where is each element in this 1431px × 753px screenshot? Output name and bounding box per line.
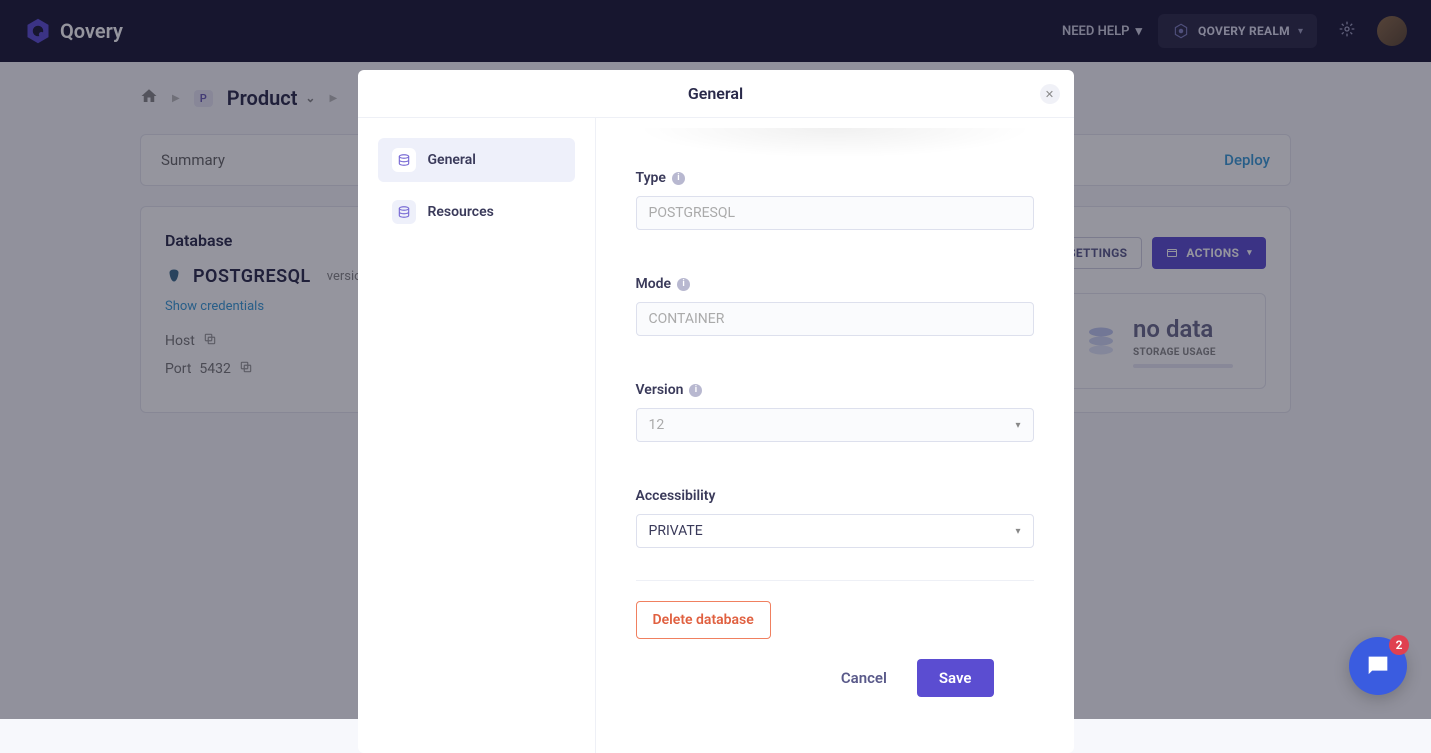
type-input (636, 196, 1034, 230)
chat-icon (1364, 652, 1392, 680)
version-select: 12 ▾ (636, 408, 1034, 442)
save-button[interactable]: Save (917, 659, 994, 697)
modal-overlay: General ✕ General Resources (0, 0, 1431, 719)
modal-body: General Resources Type i (358, 118, 1074, 753)
accessibility-select[interactable]: PRIVATE ▾ (636, 514, 1034, 548)
field-label: Accessibility (636, 488, 1034, 504)
accessibility-label: Accessibility (636, 488, 716, 504)
field-mode: Mode i (636, 276, 1034, 336)
chat-badge: 2 (1389, 635, 1409, 655)
info-icon[interactable]: i (677, 278, 690, 291)
field-accessibility: Accessibility PRIVATE ▾ (636, 488, 1034, 548)
type-label: Type (636, 170, 666, 186)
mode-label: Mode (636, 276, 672, 292)
modal-header: General ✕ (358, 70, 1074, 118)
cancel-button[interactable]: Cancel (841, 669, 887, 687)
modal-close-button[interactable]: ✕ (1040, 84, 1060, 104)
version-label: Version (636, 382, 684, 398)
modal-sidebar: General Resources (358, 118, 596, 753)
mode-input (636, 302, 1034, 336)
database-icon (392, 200, 416, 224)
modal-main: Type i Mode i Version i (596, 118, 1074, 753)
divider (636, 580, 1034, 581)
version-value: 12 (649, 417, 665, 433)
modal-footer: Cancel Save (636, 639, 1034, 725)
close-icon: ✕ (1045, 88, 1054, 101)
field-label: Mode i (636, 276, 1034, 292)
sidebar-item-label: Resources (428, 204, 494, 220)
accessibility-value: PRIVATE (649, 523, 703, 539)
info-icon[interactable]: i (672, 172, 685, 185)
database-icon (392, 148, 416, 172)
scroll-shadow (636, 128, 1034, 158)
field-label: Type i (636, 170, 1034, 186)
sidebar-item-general[interactable]: General (378, 138, 575, 182)
settings-modal: General ✕ General Resources (358, 70, 1074, 753)
field-label: Version i (636, 382, 1034, 398)
sidebar-item-resources[interactable]: Resources (378, 190, 575, 234)
info-icon[interactable]: i (689, 384, 702, 397)
chat-button[interactable]: 2 (1349, 637, 1407, 695)
field-version: Version i 12 ▾ (636, 382, 1034, 442)
delete-database-button[interactable]: Delete database (636, 601, 771, 639)
chevron-down-icon: ▾ (1015, 526, 1020, 537)
sidebar-item-label: General (428, 152, 476, 168)
modal-title: General (688, 84, 743, 103)
field-type: Type i (636, 170, 1034, 230)
chevron-down-icon: ▾ (1015, 420, 1020, 431)
